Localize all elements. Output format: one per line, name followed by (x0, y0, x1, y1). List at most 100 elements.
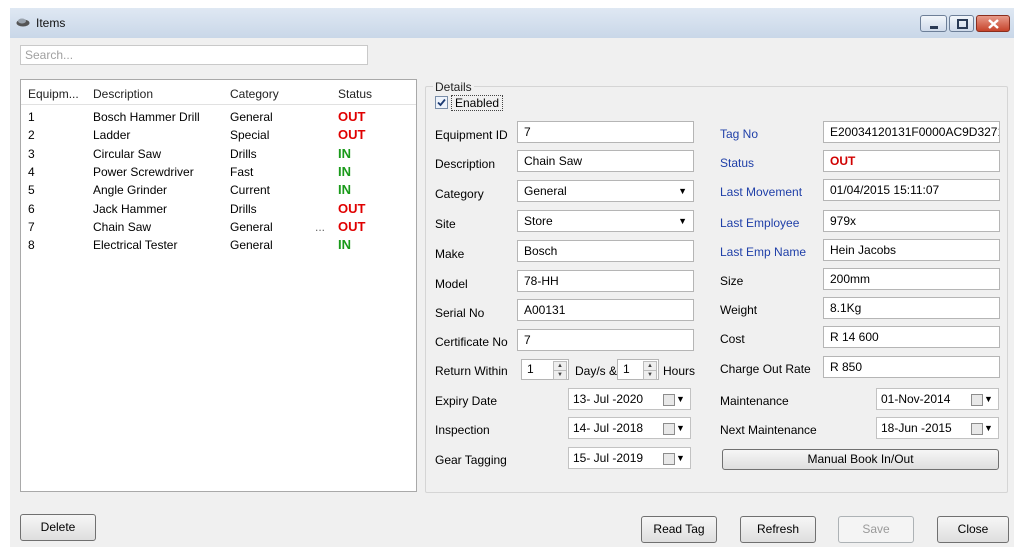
status-cell: IN (338, 163, 351, 179)
list-item[interactable]: 2 Ladder Special OUT (21, 127, 416, 145)
certificate-no-label: Certificate No (435, 335, 508, 349)
enabled-checkbox[interactable] (435, 96, 448, 109)
spin-down-icon[interactable]: ▼ (643, 370, 657, 380)
calendar-icon[interactable] (663, 423, 675, 435)
calendar-icon[interactable] (663, 453, 675, 465)
title-bar[interactable]: Items (10, 8, 1014, 39)
description-cell: Angle Grinder (93, 183, 168, 198)
charge-out-rate-label: Charge Out Rate (720, 362, 811, 376)
last-emp-name-field[interactable]: Hein Jacobs (823, 239, 1000, 261)
tag-no-label: Tag No (720, 127, 759, 141)
description-cell: Power Screwdriver (93, 164, 194, 179)
calendar-icon[interactable] (663, 394, 675, 406)
return-days-spinner[interactable]: 1 ▲ ▼ (521, 359, 569, 380)
list-item[interactable]: 6 Jack Hammer Drills OUT (21, 201, 416, 219)
return-hours-spinner[interactable]: 1 ▲ ▼ (617, 359, 659, 380)
status-cell: IN (338, 145, 351, 161)
chevron-down-icon[interactable]: ▼ (676, 453, 685, 463)
close-window-button[interactable] (976, 15, 1010, 32)
chevron-down-icon[interactable]: ▼ (984, 423, 993, 433)
calendar-icon[interactable] (971, 423, 983, 435)
column-header-category[interactable]: Category (230, 87, 279, 101)
category-cell: Fast (230, 164, 254, 179)
gear-tagging-date-value: 15- Jul -2019 (573, 451, 644, 465)
description-cell: Jack Hammer (93, 201, 168, 216)
next-maintenance-date-picker[interactable]: 18-Jun -2015 ▼ (876, 417, 999, 439)
tag-no-field[interactable]: E20034120131F0000AC9D3271( (823, 121, 1000, 143)
list-item[interactable]: 7 Chain Saw General... OUT (21, 219, 416, 237)
refresh-button[interactable]: Refresh (740, 516, 816, 543)
details-legend: Details (433, 80, 474, 94)
certificate-no-field[interactable]: 7 (517, 329, 694, 351)
expiry-date-value: 13- Jul -2020 (573, 392, 644, 406)
description-cell: Electrical Tester (93, 238, 178, 253)
gear-tagging-date-picker[interactable]: 15- Jul -2019 ▼ (568, 447, 691, 469)
last-movement-label: Last Movement (720, 185, 803, 199)
list-item[interactable]: 1 Bosch Hammer Drill General OUT (21, 109, 416, 127)
inspection-date-picker[interactable]: 14- Jul -2018 ▼ (568, 417, 691, 439)
description-field[interactable]: Chain Saw (517, 150, 694, 172)
status-field[interactable]: OUT (823, 150, 1000, 172)
calendar-icon[interactable] (971, 394, 983, 406)
last-employee-label: Last Employee (720, 216, 800, 230)
spin-down-icon[interactable]: ▼ (553, 370, 567, 380)
site-dropdown[interactable]: Store ▼ (517, 210, 694, 232)
equipment-list[interactable]: Equipm... Description Category Status 1 B… (20, 79, 417, 492)
equipment-id-cell: 3 (28, 146, 35, 161)
last-movement-field[interactable]: 01/04/2015 15:11:07 (823, 179, 1000, 201)
weight-field[interactable]: 8.1Kg (823, 297, 1000, 319)
return-days-value: 1 (527, 362, 534, 376)
cost-field[interactable]: R 14 600 (823, 326, 1000, 348)
status-cell: IN (338, 237, 351, 253)
app-icon (16, 16, 30, 27)
close-button[interactable]: Close (937, 516, 1009, 543)
last-emp-name-label: Last Emp Name (720, 245, 807, 259)
inspection-date-value: 14- Jul -2018 (573, 421, 644, 435)
category-label: Category (435, 187, 484, 201)
chevron-down-icon[interactable]: ▼ (676, 423, 685, 433)
make-field[interactable]: Bosch (517, 240, 694, 262)
column-header-equipment[interactable]: Equipm... (28, 87, 79, 101)
column-header-description[interactable]: Description (93, 87, 153, 101)
hours-label: Hours (663, 364, 696, 378)
serial-no-field[interactable]: A00131 (517, 299, 694, 321)
list-item[interactable]: 8 Electrical Tester General IN (21, 237, 416, 255)
expiry-date-label: Expiry Date (435, 394, 498, 408)
size-field[interactable]: 200mm (823, 268, 1000, 290)
category-cell: General (230, 238, 273, 253)
equipment-id-field[interactable]: 7 (517, 121, 694, 143)
size-label: Size (720, 274, 744, 288)
category-cell: Drills (230, 146, 257, 161)
model-label: Model (435, 277, 468, 291)
enabled-label[interactable]: Enabled (451, 95, 504, 111)
chevron-down-icon: ▼ (678, 186, 687, 196)
column-header-status[interactable]: Status (338, 87, 372, 101)
manual-book-in-out-button[interactable]: Manual Book In/Out (722, 449, 999, 470)
read-tag-button[interactable]: Read Tag (641, 516, 717, 543)
equipment-id-label: Equipment ID (435, 128, 508, 142)
model-field[interactable]: 78-HH (517, 270, 694, 292)
maximize-button[interactable] (949, 15, 974, 32)
list-item[interactable]: 5 Angle Grinder Current IN (21, 182, 416, 200)
maintenance-date-picker[interactable]: 01-Nov-2014 ▼ (876, 388, 999, 410)
category-cell: Current (230, 183, 271, 198)
chevron-down-icon[interactable]: ▼ (984, 394, 993, 404)
days-label: Day/s & (575, 364, 618, 378)
list-item[interactable]: 4 Power Screwdriver Fast IN (21, 164, 416, 182)
list-item[interactable]: 3 Circular Saw Drills IN (21, 146, 416, 164)
category-dropdown[interactable]: General ▼ (517, 180, 694, 202)
truncation-ellipsis: ... (315, 219, 326, 234)
description-cell: Ladder (93, 128, 131, 143)
delete-button[interactable]: Delete (20, 514, 96, 541)
expiry-date-picker[interactable]: 13- Jul -2020 ▼ (568, 388, 691, 410)
chevron-down-icon[interactable]: ▼ (676, 394, 685, 404)
minimize-button[interactable] (920, 15, 947, 32)
search-input[interactable] (20, 45, 368, 65)
category-cell: Drills (230, 201, 257, 216)
last-employee-field[interactable]: 979x (823, 210, 1000, 232)
make-label: Make (435, 247, 465, 261)
status-cell: OUT (338, 200, 366, 216)
return-hours-value: 1 (623, 362, 630, 376)
save-button[interactable]: Save (838, 516, 914, 543)
charge-out-rate-field[interactable]: R 850 (823, 356, 1000, 378)
